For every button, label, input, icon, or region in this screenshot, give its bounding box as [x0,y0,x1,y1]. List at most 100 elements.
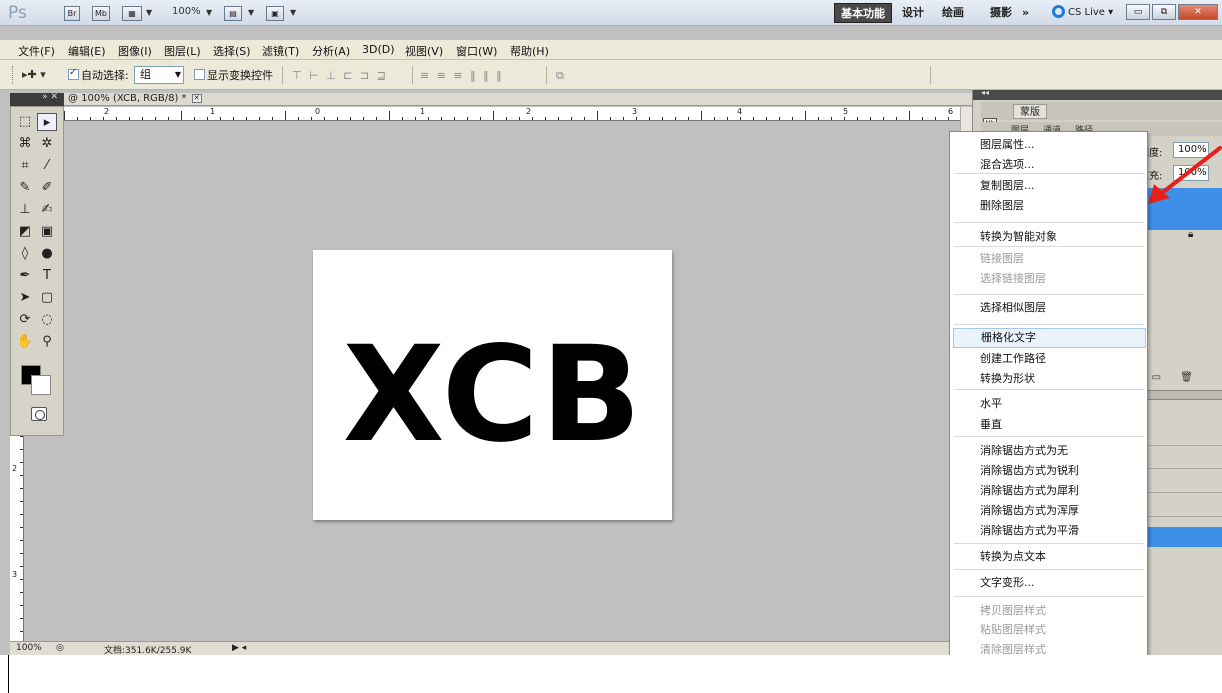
context-menu-item[interactable]: 文字变形... [950,573,1147,593]
menu-3d[interactable]: 3D(D) [362,43,395,56]
menu-window[interactable]: 窗口(W) [456,43,497,59]
healing-brush-tool-icon[interactable]: ✎ [15,179,35,197]
context-menu-item[interactable]: 栅格化文字 [953,328,1146,348]
chevron-down-icon[interactable]: ▼ [290,8,296,17]
context-menu-item[interactable]: 转换为智能对象 [950,227,1147,247]
crop-tool-icon[interactable]: ⌗ [15,157,35,175]
ruler-tick [116,117,117,120]
ruler-tick [688,117,689,120]
zoom-tool-icon[interactable]: ⚲ [37,333,57,351]
background-color-swatch[interactable] [31,375,51,395]
context-menu-item[interactable]: 混合选项... [950,155,1147,175]
screen-mode-button[interactable]: ▣ [266,6,284,21]
context-menu-item[interactable]: 创建工作路径 [950,349,1147,369]
context-menu-item[interactable]: 转换为点文本 [950,547,1147,567]
magic-wand-tool-icon[interactable]: ✲ [37,135,57,153]
clone-stamp-tool-icon[interactable]: ⊥ [15,201,35,219]
menu-separator [954,389,1144,390]
bridge-button[interactable]: Br [64,6,80,21]
context-menu-item[interactable]: 复制图层... [950,176,1147,196]
zoom-level[interactable]: 100% [172,6,201,17]
menu-analysis[interactable]: 分析(A) [312,43,350,59]
chevron-down-icon[interactable]: ▼ [248,8,254,17]
3d-orbit-tool-icon[interactable]: ◌ [37,311,57,329]
context-menu-item[interactable]: 消除锯齿方式为无 [950,441,1147,461]
restore-button[interactable]: ⧉ [1152,4,1176,20]
align-buttons[interactable]: ⊤ ⊢ ⊥ ⊏ ⊐ ⊒ [292,69,388,82]
eyedropper-tool-icon[interactable]: ⁄ [37,157,57,175]
gradient-tool-icon[interactable]: ▣ [37,223,57,241]
menu-file[interactable]: 文件(F) [18,43,55,59]
status-menu-arrow[interactable]: ▶ ◂ [232,643,246,653]
tools-panel-header[interactable]: » ✕ [10,92,64,106]
menu-separator [954,543,1144,544]
shape-tool-icon[interactable]: ▢ [37,289,57,307]
menu-edit[interactable]: 编辑(E) [68,43,106,59]
minimize-button[interactable]: ▭ [1126,4,1150,20]
menu-view[interactable]: 视图(V) [405,43,443,59]
ruler-tick [519,117,520,120]
blur-tool-icon[interactable]: ◊ [15,245,35,263]
document-canvas[interactable]: XCB [313,250,672,520]
workspace-more[interactable]: » [1022,3,1029,23]
dodge-tool-icon[interactable]: ● [37,245,57,263]
menu-select[interactable]: 选择(S) [213,43,251,59]
brush-tool-icon[interactable]: ✐ [37,179,57,197]
context-menu-item[interactable]: 删除图层 [950,196,1147,216]
auto-select-value: 组 [140,68,151,81]
context-menu-item[interactable]: 选择相似图层 [950,298,1147,318]
ruler-tick [103,117,104,120]
pen-tool-icon[interactable]: ✒ [15,267,35,285]
context-menu-item[interactable]: 图层属性... [950,135,1147,155]
collapse-icon[interactable]: » ✕ [42,92,58,102]
distribute-buttons[interactable]: ≡ ≡ ≡ ‖ ‖ ‖ [420,69,504,82]
cs-live-menu[interactable]: CS Live ▾ [1052,4,1113,22]
hand-tool-icon[interactable]: ✋ [15,333,35,351]
menu-filter[interactable]: 滤镜(T) [262,43,299,59]
context-menu-item[interactable]: 消除锯齿方式为犀利 [950,481,1147,501]
context-menu-item[interactable]: 垂直 [950,415,1147,435]
context-menu-item[interactable]: 水平 [950,394,1147,414]
context-menu-item[interactable]: 消除锯齿方式为平滑 [950,521,1147,541]
menu-image[interactable]: 图像(I) [118,43,152,59]
tab-masks[interactable]: 蒙版 [1013,104,1047,119]
type-tool-icon[interactable]: T [37,267,57,285]
chevron-down-icon[interactable]: ▼ [146,8,152,17]
context-menu-item[interactable]: 消除锯齿方式为锐利 [950,461,1147,481]
collapse-icon[interactable]: ◂◂ [981,88,989,97]
marquee-tool-icon[interactable]: ⬚ [15,113,35,131]
move-tool-icon[interactable]: ▸ [37,113,57,131]
document-size-info[interactable]: 文档:351.6K/255.9K [104,643,191,655]
close-document-icon[interactable]: ✕ [191,94,202,103]
document-tab[interactable]: @ 100% (XCB, RGB/8) * ✕ [64,93,974,106]
workspace-essentials[interactable]: 基本功能 [834,3,892,23]
move-tool-preset-icon[interactable]: ▸✚ ▾ [22,68,46,81]
quick-mask-icon[interactable] [31,407,47,421]
auto-select-checkbox[interactable] [68,67,79,80]
context-menu-item[interactable]: 消除锯齿方式为浑厚 [950,501,1147,521]
workspace-design[interactable]: 设计 [902,3,924,23]
close-button[interactable]: ✕ [1178,4,1218,20]
auto-select-dropdown[interactable]: 组 ▼ [134,66,184,84]
auto-align-button[interactable]: ⧉ [556,69,566,83]
chevron-down-icon[interactable]: ▼ [206,8,212,17]
panel-dock-header[interactable]: ◂◂ [973,88,1222,100]
lasso-tool-icon[interactable]: ⌘ [15,135,35,153]
menu-layer[interactable]: 图层(L) [164,43,201,59]
menu-help[interactable]: 帮助(H) [510,43,549,59]
history-brush-tool-icon[interactable]: ✍ [37,201,57,219]
ruler-tick [20,514,23,515]
view-extras-button[interactable]: ▦ [122,6,142,21]
workspace-painting[interactable]: 绘画 [942,3,964,23]
path-selection-tool-icon[interactable]: ➤ [15,289,35,307]
options-grip[interactable] [12,66,15,84]
eraser-tool-icon[interactable]: ◩ [15,223,35,241]
workspace-photography[interactable]: 摄影 [990,3,1012,23]
mini-bridge-button[interactable]: Mb [92,6,110,21]
show-transform-checkbox[interactable] [194,69,205,80]
status-zoom[interactable]: 100% [16,643,42,653]
arrange-documents-button[interactable]: ▤ [224,6,242,21]
3d-rotate-tool-icon[interactable]: ⟳ [15,311,35,329]
context-menu-item[interactable]: 转换为形状 [950,369,1147,389]
status-navigator-icon[interactable]: ◎ [56,643,64,653]
